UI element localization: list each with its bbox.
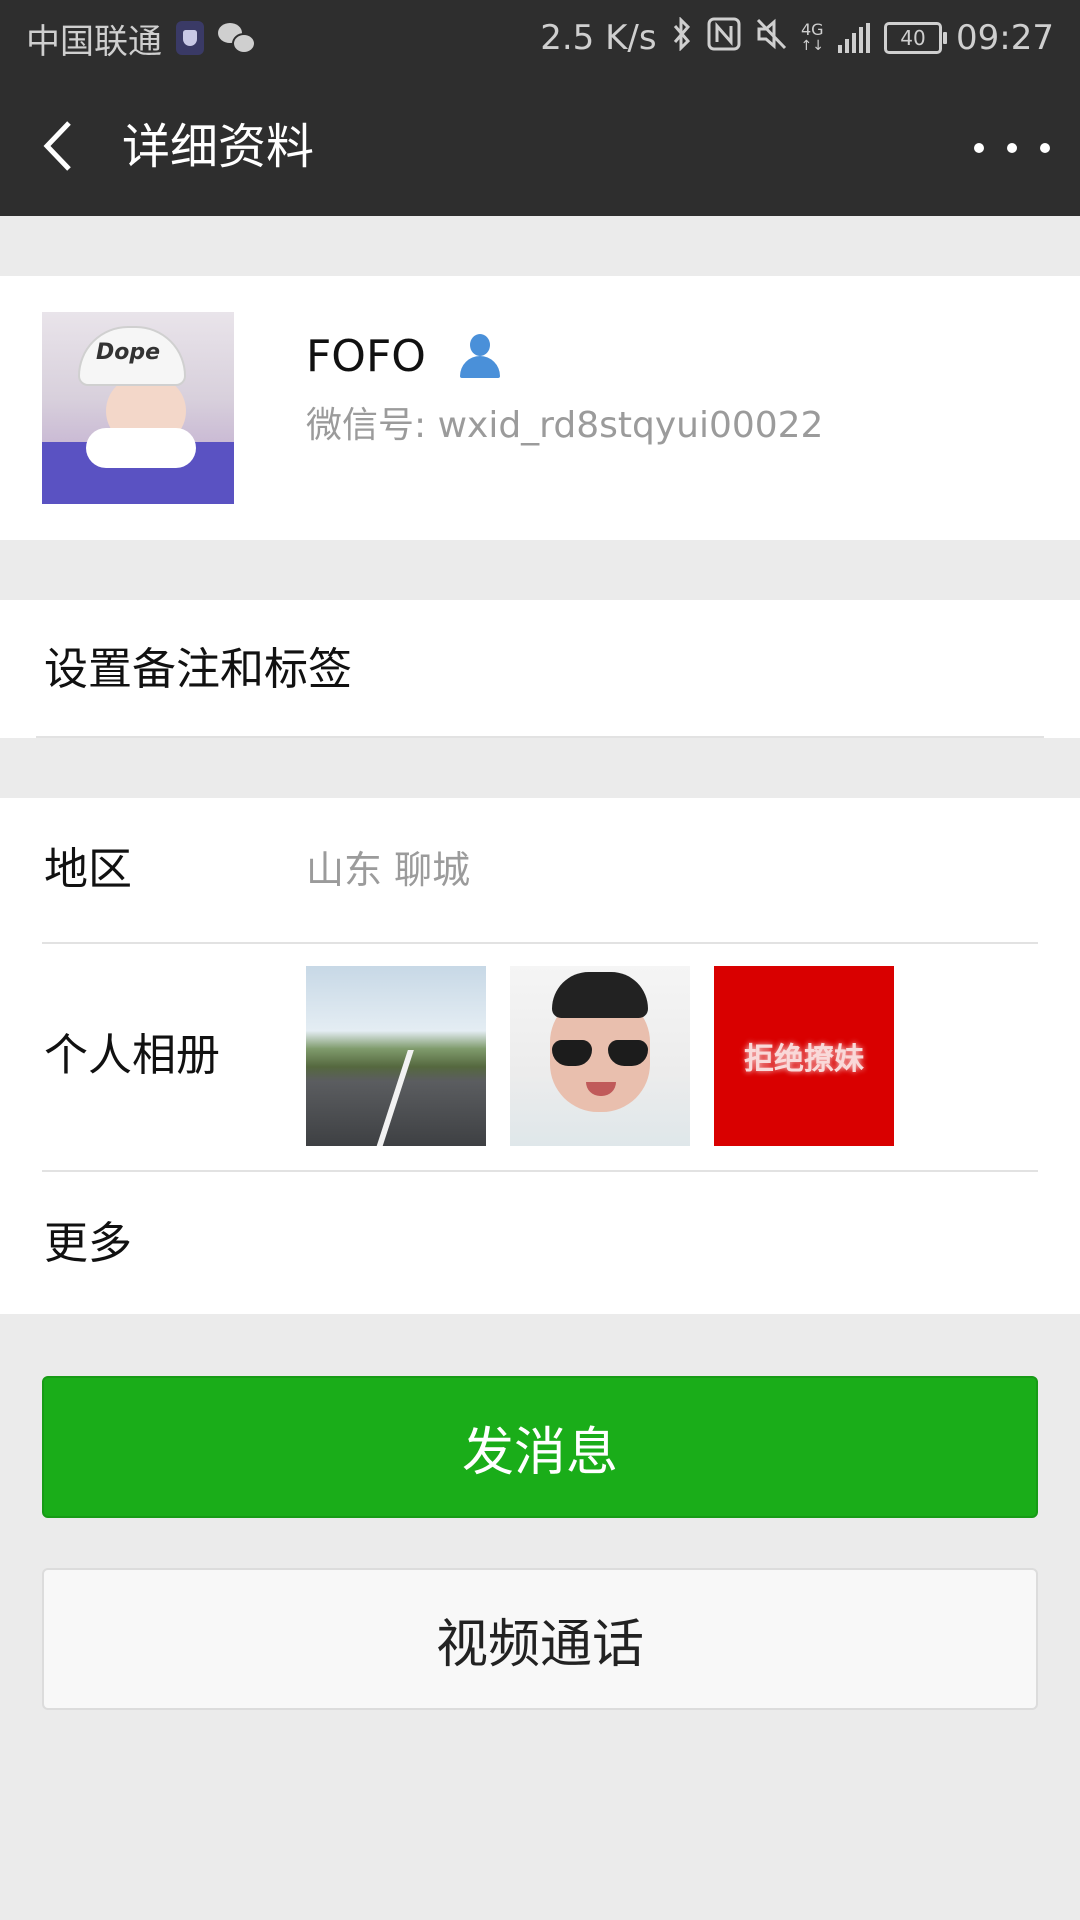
info-list: 地区 山东 聊城 个人相册 拒绝撩妹 更多 <box>0 798 1080 1314</box>
network-speed: 2.5 K/s <box>540 18 657 58</box>
battery-icon: 40 <box>884 22 948 54</box>
album-thumb-road[interactable] <box>306 966 486 1146</box>
top-navbar: 详细资料 <box>0 76 1080 216</box>
video-call-button[interactable]: 视频通话 <box>42 1568 1038 1710</box>
back-button[interactable] <box>28 116 88 176</box>
send-message-button[interactable]: 发消息 <box>42 1376 1038 1518</box>
page-title: 详细资料 <box>122 119 315 175</box>
contact-person-icon <box>456 332 504 380</box>
wechat-id: 微信号: wxid_rd8stqyui00022 <box>306 405 824 446</box>
album-thumb-caption: 拒绝撩妹 <box>744 1042 864 1077</box>
wechat-icon <box>218 23 256 54</box>
profile-name: FOFO <box>306 330 426 382</box>
status-bar-right: 2.5 K/s 4G ↑↓ 40 09:27 <box>540 14 1054 62</box>
remark-and-tags-row[interactable]: 设置备注和标签 <box>0 600 1080 738</box>
album-label: 个人相册 <box>44 1030 220 1081</box>
bluetooth-icon <box>671 15 693 60</box>
album-thumb-selfie[interactable] <box>510 966 690 1146</box>
avatar[interactable]: Dope <box>42 312 234 504</box>
nfc-icon <box>707 17 741 60</box>
more-label: 更多 <box>44 1218 132 1269</box>
carrier-name: 中国联通 <box>26 21 162 62</box>
network-type: 4G ↑↓ <box>800 20 825 55</box>
status-bar: 中国联通 2.5 K/s 4G ↑↓ 40 09:27 <box>0 0 1080 76</box>
chevron-left-icon <box>43 121 71 171</box>
signal-icon <box>838 23 871 53</box>
clock: 09:27 <box>956 18 1054 58</box>
profile-card: Dope FOFO 微信号: wxid_rd8stqyui00022 <box>0 276 1080 540</box>
more-dots-icon <box>974 143 984 153</box>
mute-icon <box>755 17 787 60</box>
avatar-cap-text: Dope <box>96 340 161 365</box>
remark-and-tags-label: 设置备注和标签 <box>44 644 352 695</box>
album-thumb-text[interactable]: 拒绝撩妹 <box>714 966 894 1146</box>
profile-name-row: FOFO <box>306 326 504 386</box>
album-row[interactable]: 个人相册 拒绝撩妹 <box>0 798 1080 1170</box>
more-options-button[interactable] <box>974 118 1050 178</box>
divider <box>36 736 1044 738</box>
more-row[interactable]: 更多 <box>0 1172 1080 1314</box>
status-bar-left: 中国联通 <box>26 14 256 62</box>
shield-icon <box>176 21 204 55</box>
